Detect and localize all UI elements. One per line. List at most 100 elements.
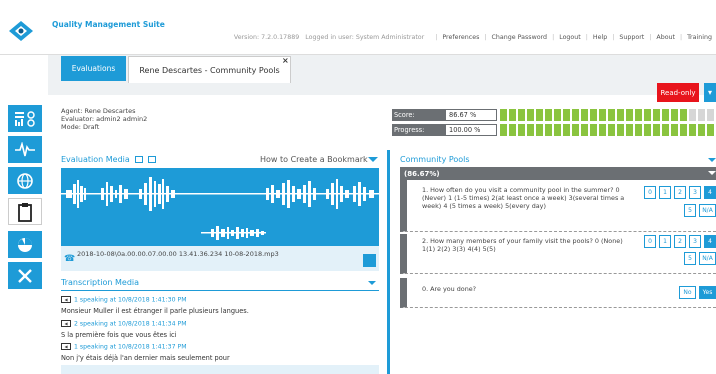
- question-card: 0. Are you done? No Yes: [400, 278, 716, 308]
- suite-title: Quality Management Suite: [52, 20, 165, 29]
- meter-segment: [635, 109, 642, 121]
- copy-icon[interactable]: [135, 156, 144, 163]
- question-text: 2. How many members of your family visit…: [422, 237, 623, 253]
- meter-segment: [662, 109, 669, 121]
- meter-segment: [689, 109, 696, 121]
- option-4[interactable]: 4: [704, 186, 716, 199]
- chevron-down-icon[interactable]: [368, 157, 378, 162]
- meter-segment: [707, 124, 714, 136]
- option-2[interactable]: 2: [674, 235, 686, 248]
- meter-segment: [644, 124, 651, 136]
- read-only-button[interactable]: Read-only: [657, 83, 699, 102]
- agent-name: Agent: Rene Descartes: [61, 107, 136, 115]
- speaker-icon: ◀: [61, 296, 71, 303]
- help-link[interactable]: Help: [593, 34, 607, 41]
- tools-icon[interactable]: [8, 262, 42, 289]
- option-2[interactable]: 2: [674, 186, 686, 199]
- meter-segment: [500, 124, 507, 136]
- option-5[interactable]: 5: [684, 204, 696, 217]
- column-divider[interactable]: [387, 150, 390, 374]
- window-icon[interactable]: [147, 156, 156, 163]
- meter-segment: [518, 124, 525, 136]
- meter-segment: [608, 109, 615, 121]
- logged-in-text: Logged in user: System Administrator: [305, 33, 425, 41]
- media-file-name: 2018-10-08\0a.00.00.07.00.00 13.41.36.23…: [77, 250, 279, 258]
- tab-evaluations[interactable]: Evaluations: [61, 56, 126, 81]
- bookmark-link[interactable]: How to Create a Bookmark: [260, 155, 368, 164]
- reports-icon[interactable]: [8, 105, 42, 132]
- score-value: 86.67 %: [445, 109, 497, 121]
- meter-segment: [671, 124, 678, 136]
- section-score-bar: (86.67%): [400, 167, 716, 180]
- progress-label: Progress:: [392, 124, 445, 136]
- chevron-down-icon[interactable]: [368, 281, 376, 285]
- option-5[interactable]: 5: [684, 252, 696, 265]
- tab-community-pools[interactable]: Rene Descartes - Community Pools: [128, 56, 291, 83]
- chevron-down-icon[interactable]: ▾: [704, 83, 716, 102]
- score-label: Score:: [392, 109, 445, 121]
- transcript-meta: ◀ 1 speaking at 10/8/2018 1:41:30 PM: [61, 296, 187, 304]
- question-text: 1. How often do you visit a community po…: [422, 186, 625, 210]
- preferences-link[interactable]: Preferences: [442, 34, 479, 41]
- header-bar: Version: 7.2.0.17889 Logged in user: Sys…: [233, 33, 712, 41]
- option-1[interactable]: 1: [659, 235, 671, 248]
- option-0[interactable]: 0: [644, 235, 656, 248]
- meter-segment: [500, 109, 507, 121]
- meter-segment: [590, 109, 597, 121]
- divider: [61, 290, 379, 291]
- option-0[interactable]: 0: [644, 186, 656, 199]
- meter-segment: [527, 109, 534, 121]
- training-link[interactable]: Training: [687, 34, 712, 41]
- close-tab-icon[interactable]: ×: [282, 56, 289, 65]
- meter-segment: [617, 124, 624, 136]
- logout-link[interactable]: Logout: [559, 34, 581, 41]
- meter-segment: [680, 124, 687, 136]
- meter-segment: [626, 124, 633, 136]
- meter-segment: [590, 124, 597, 136]
- transcript-text: Monsieur Muller il est étranger il parle…: [61, 307, 249, 315]
- question-card: 1. How often do you visit a community po…: [400, 180, 716, 232]
- option-no[interactable]: No: [679, 286, 696, 299]
- option-1[interactable]: 1: [659, 186, 671, 199]
- waveform-bottom[interactable]: [61, 220, 379, 246]
- option-na[interactable]: N/A: [699, 252, 716, 265]
- progress-value: 100.00 %: [445, 124, 497, 136]
- meter-segment: [671, 109, 678, 121]
- meter-segment: [653, 124, 660, 136]
- meter-segment: [608, 124, 615, 136]
- speaker-icon: ◀: [61, 320, 71, 327]
- meter-segment: [563, 109, 570, 121]
- option-na[interactable]: N/A: [699, 204, 716, 217]
- option-3[interactable]: 3: [689, 235, 701, 248]
- meter-segment: [698, 124, 705, 136]
- meter-segment: [527, 124, 534, 136]
- meter-segment: [653, 109, 660, 121]
- waveform-icon[interactable]: [8, 136, 42, 163]
- waveform-top[interactable]: [61, 168, 379, 220]
- globe-icon[interactable]: [8, 167, 42, 194]
- transcript-text: Non j'y étais déjà l'an dernier mais seu…: [61, 354, 230, 362]
- transcript-file-row: [61, 365, 379, 374]
- option-3[interactable]: 3: [689, 186, 701, 199]
- meter-segment: [518, 109, 525, 121]
- question-card: 2. How many members of your family visit…: [400, 234, 716, 274]
- logo-icon: [9, 21, 33, 41]
- about-link[interactable]: About: [656, 34, 675, 41]
- expand-icon[interactable]: [363, 254, 376, 267]
- support-link[interactable]: Support: [619, 34, 644, 41]
- change-password-link[interactable]: Change Password: [492, 34, 548, 41]
- meter-segment: [689, 124, 696, 136]
- meter-segment: [554, 124, 561, 136]
- agent-info: Agent: Rene Descartes Evaluator: admin2 …: [61, 107, 147, 131]
- option-yes[interactable]: Yes: [699, 286, 716, 299]
- chevron-down-icon[interactable]: [708, 171, 716, 175]
- pie-icon[interactable]: [8, 231, 42, 258]
- progress-bar: [500, 124, 714, 136]
- community-pools-title: Community Pools: [400, 155, 470, 164]
- chevron-down-icon[interactable]: [708, 158, 716, 162]
- option-4[interactable]: 4: [704, 235, 716, 248]
- meter-segment: [599, 109, 606, 121]
- clipboard-icon[interactable]: [8, 198, 42, 225]
- phone-icon: ☎: [64, 254, 76, 264]
- meter-segment: [545, 109, 552, 121]
